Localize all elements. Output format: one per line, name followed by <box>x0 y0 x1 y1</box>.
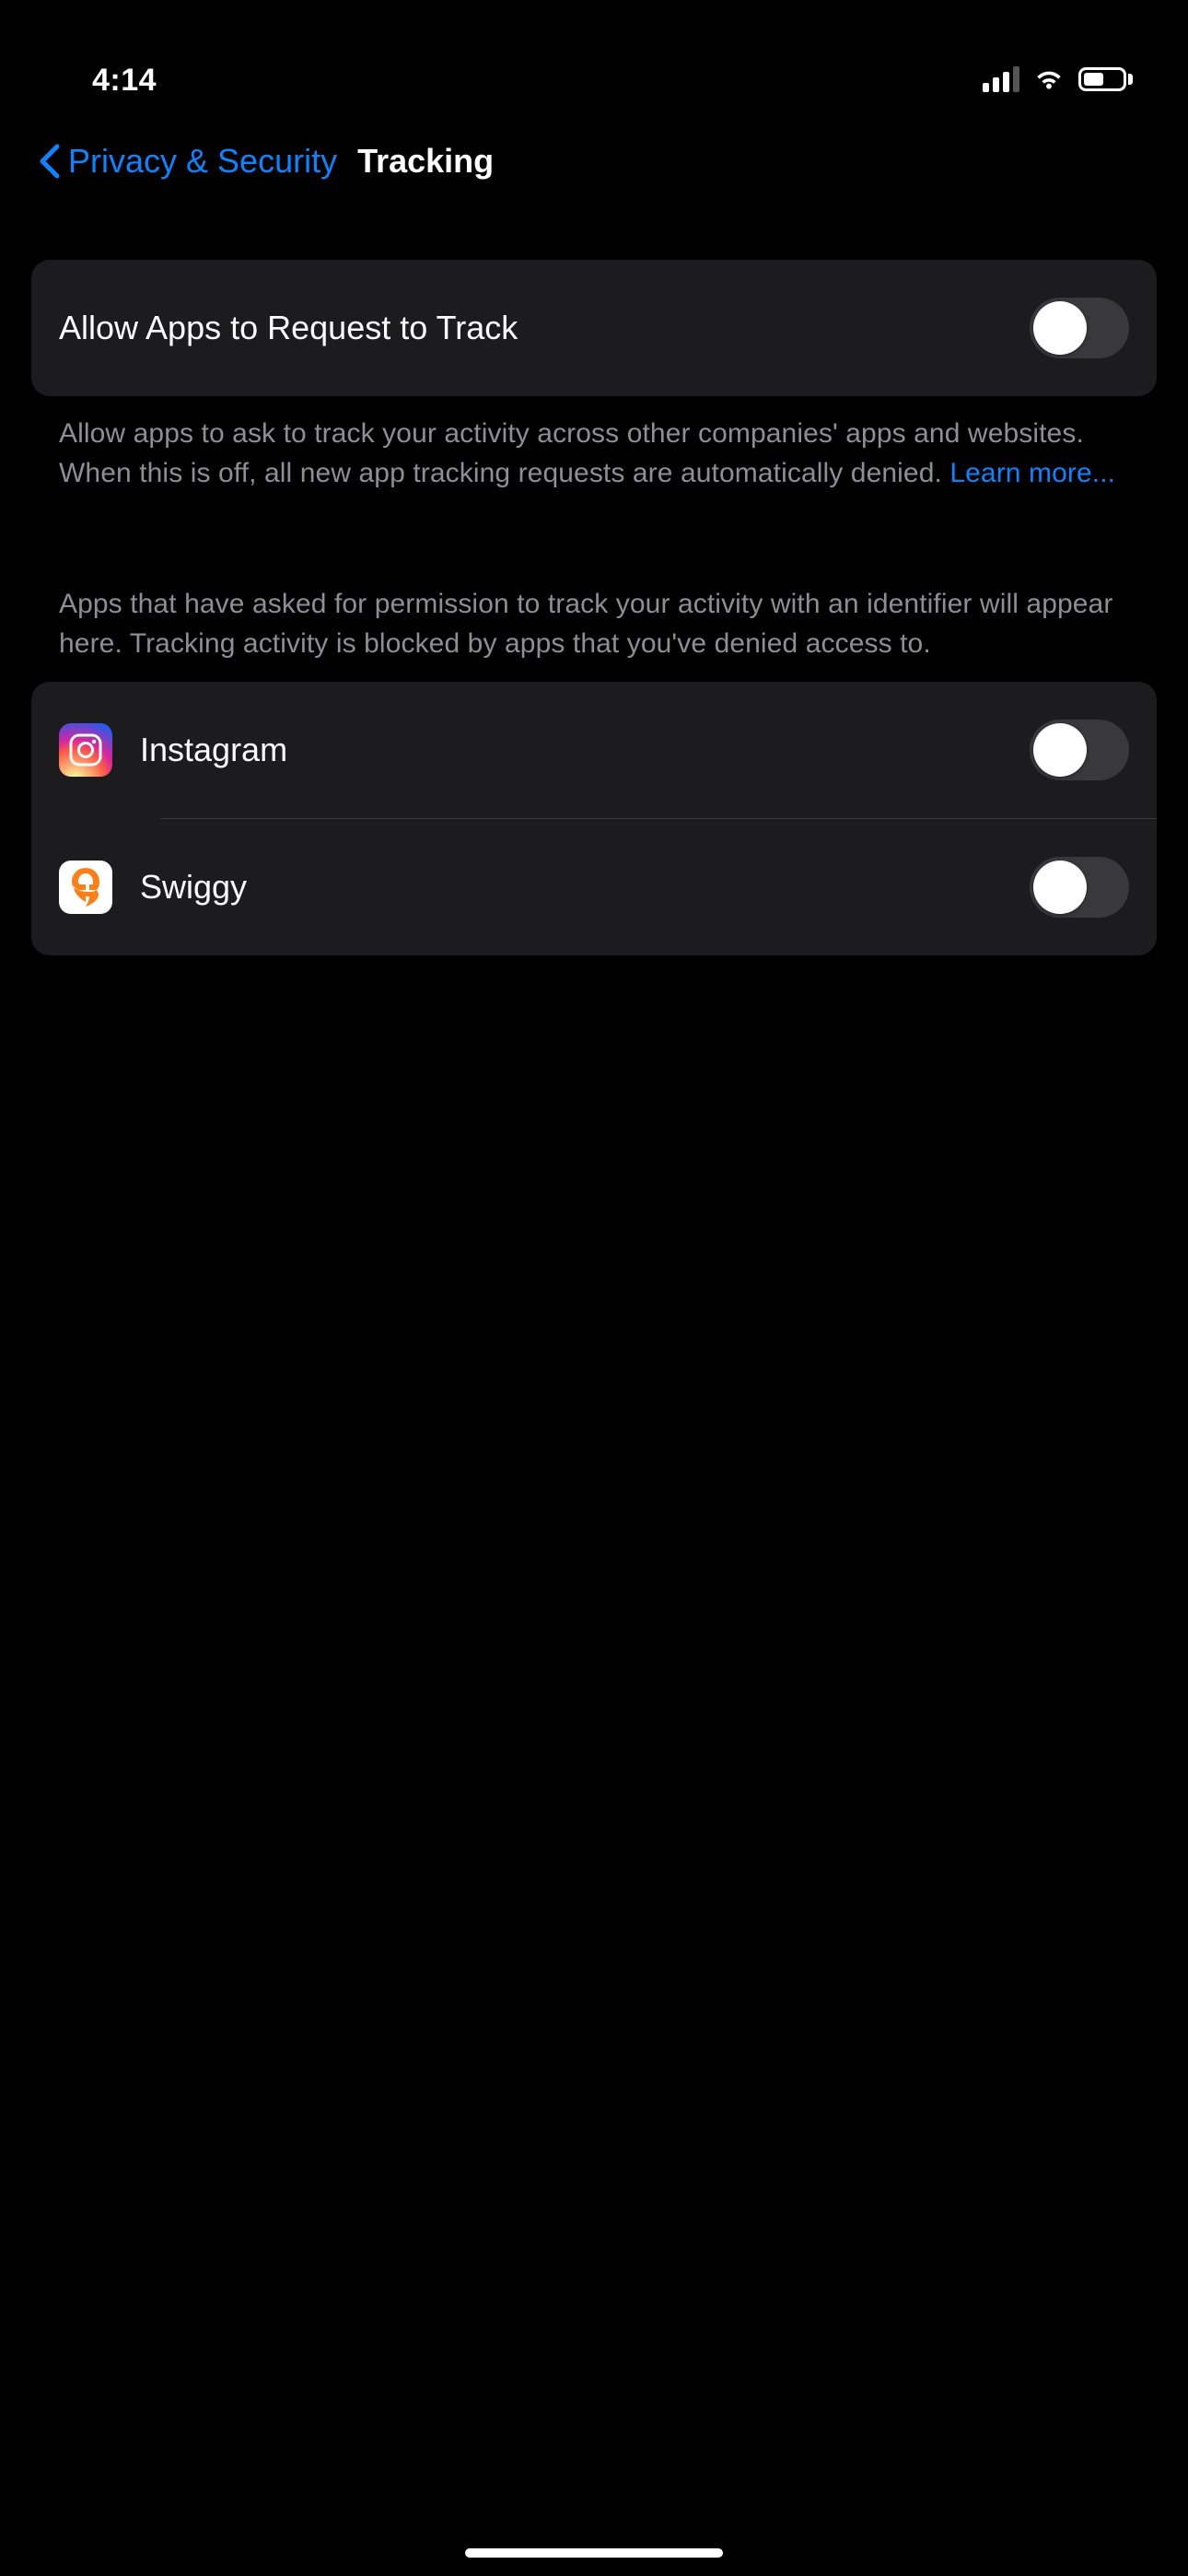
instagram-app-icon <box>59 723 112 777</box>
tracking-master-group: Allow Apps to Request to Track <box>31 260 1157 396</box>
app-name-label: Swiggy <box>140 868 1030 907</box>
app-row-swiggy[interactable]: Swiggy <box>31 819 1157 955</box>
status-time: 4:14 <box>92 63 157 99</box>
allow-tracking-label: Allow Apps to Request to Track <box>59 309 1030 347</box>
tracking-description: Allow apps to ask to track your activity… <box>31 396 1157 493</box>
toggle-knob-icon <box>1033 723 1087 777</box>
wifi-icon <box>1032 66 1066 92</box>
cellular-signal-icon <box>983 66 1019 92</box>
app-name-label: Instagram <box>140 731 1030 769</box>
home-indicator[interactable] <box>465 2548 723 2558</box>
instagram-tracking-toggle[interactable] <box>1030 720 1129 780</box>
swiggy-app-icon <box>59 861 112 914</box>
status-bar: 4:14 <box>0 0 1188 111</box>
navigation-bar: Privacy & Security Tracking <box>0 111 1188 212</box>
battery-icon <box>1078 67 1133 91</box>
tracking-description-text: Allow apps to ask to track your activity… <box>59 418 1084 488</box>
swiggy-tracking-toggle[interactable] <box>1030 857 1129 918</box>
allow-tracking-row[interactable]: Allow Apps to Request to Track <box>31 260 1157 396</box>
allow-tracking-toggle[interactable] <box>1030 298 1129 358</box>
chevron-left-icon <box>37 144 63 179</box>
status-indicators <box>983 66 1133 92</box>
back-button-label: Privacy & Security <box>68 142 337 181</box>
back-button[interactable]: Privacy & Security <box>37 142 337 181</box>
app-row-instagram[interactable]: Instagram <box>31 682 1157 818</box>
toggle-knob-icon <box>1033 301 1087 355</box>
apps-section-header: Apps that have asked for permission to t… <box>31 585 1157 682</box>
page-title: Tracking <box>357 142 494 181</box>
apps-list-group: Instagram Swiggy <box>31 682 1157 955</box>
toggle-knob-icon <box>1033 861 1087 914</box>
learn-more-link[interactable]: Learn more... <box>949 458 1115 488</box>
